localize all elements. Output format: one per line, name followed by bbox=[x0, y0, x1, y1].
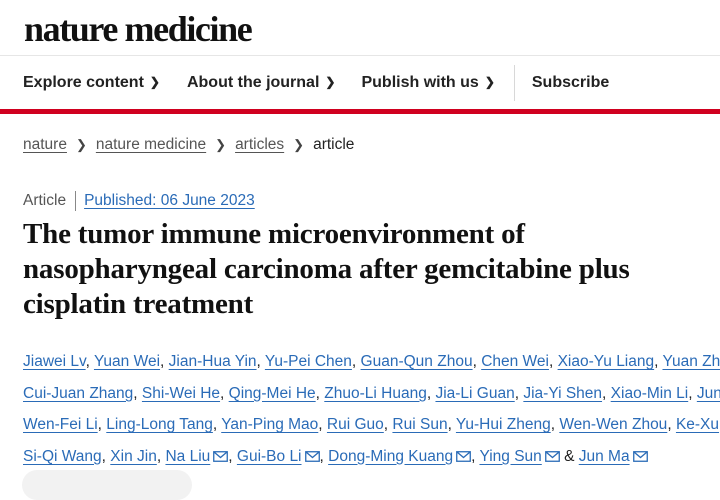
author-separator: , bbox=[133, 384, 142, 402]
author-separator: , bbox=[548, 353, 558, 370]
author-separator: , bbox=[101, 447, 111, 465]
author-link[interactable]: Qing-Mei He bbox=[229, 385, 316, 402]
breadcrumb-nature[interactable]: nature bbox=[23, 136, 67, 154]
author-link[interactable]: Yuan Wei bbox=[94, 353, 160, 370]
nav-explore-content[interactable]: Explore content ❯ bbox=[23, 74, 160, 92]
envelope-icon[interactable] bbox=[213, 450, 229, 462]
author-link[interactable]: Yan-Ping Mao bbox=[221, 416, 318, 433]
author-separator: , bbox=[447, 416, 456, 433]
author-line: Cui-Juan Zhang, Shi-Wei He, Qing-Mei He,… bbox=[23, 378, 720, 410]
author-separator: , bbox=[256, 353, 265, 370]
accent-bar bbox=[0, 109, 720, 114]
author-line: Jiawei Lv, Yuan Wei, Jian-Hua Yin, Yu-Pe… bbox=[23, 346, 720, 378]
author-separator: , bbox=[667, 416, 676, 433]
author-separator: , bbox=[472, 353, 482, 370]
chevron-down-icon: ❯ bbox=[149, 75, 160, 89]
envelope-icon[interactable] bbox=[544, 450, 560, 462]
author-separator: , bbox=[220, 384, 229, 402]
author-link[interactable]: Shi-Wei He bbox=[142, 385, 220, 402]
nav-about-journal[interactable]: About the journal ❯ bbox=[187, 74, 336, 92]
author-link[interactable]: Na Liu bbox=[165, 448, 210, 465]
author-link[interactable]: Yu-Hui Zheng bbox=[456, 416, 551, 433]
nav-label: About the journal bbox=[186, 74, 320, 91]
author-link[interactable]: Yu-Pei Chen bbox=[265, 353, 352, 370]
author-separator: , bbox=[228, 447, 237, 465]
author-separator: , bbox=[688, 384, 697, 402]
author-link[interactable]: Ling-Long Tang bbox=[106, 416, 213, 433]
author-link[interactable]: Wen-Wen Zhou bbox=[559, 416, 667, 433]
author-link[interactable]: Jun Ma bbox=[579, 448, 630, 465]
author-link[interactable]: Xiao-Yu Liang bbox=[558, 353, 655, 370]
chevron-down-icon: ❯ bbox=[325, 75, 336, 89]
article-title: The tumor immune microenvironment of nas… bbox=[23, 218, 630, 320]
author-link[interactable]: Xiao-Min Li bbox=[611, 385, 689, 402]
author-link[interactable]: Rui Sun bbox=[392, 416, 447, 433]
nav-label: Explore content bbox=[23, 74, 144, 91]
author-line: Wen-Fei Li, Ling-Long Tang, Yan-Ping Mao… bbox=[23, 409, 720, 441]
meta-divider bbox=[75, 191, 77, 211]
author-link[interactable]: Xin Jin bbox=[110, 448, 157, 465]
author-link[interactable]: Dong-Ming Kuang bbox=[328, 448, 453, 465]
breadcrumb: nature ❯ nature medicine ❯ articles ❯ ar… bbox=[23, 136, 354, 154]
chevron-down-icon: ❯ bbox=[484, 75, 495, 89]
author-link[interactable]: Jiawei Lv bbox=[23, 353, 86, 370]
author-separator: , bbox=[97, 416, 107, 433]
author-separator: , bbox=[319, 447, 329, 465]
author-link[interactable]: Chen Wei bbox=[481, 353, 549, 370]
breadcrumb-articles[interactable]: articles bbox=[235, 136, 284, 154]
author-link[interactable]: Ying Sun bbox=[479, 448, 541, 465]
author-list: Jiawei Lv, Yuan Wei, Jian-Hua Yin, Yu-Pe… bbox=[23, 346, 720, 472]
author-separator: , bbox=[85, 353, 94, 370]
chevron-right-icon: ❯ bbox=[75, 137, 87, 152]
envelope-icon[interactable] bbox=[456, 450, 471, 462]
author-link[interactable]: Jian-Hua Yin bbox=[169, 353, 257, 370]
author-separator: , bbox=[602, 384, 611, 402]
breadcrumb-current: article bbox=[313, 136, 355, 153]
author-link[interactable]: Ke-Xu bbox=[676, 416, 719, 433]
author-separator: , bbox=[351, 353, 361, 370]
article-type: Article bbox=[23, 192, 67, 209]
author-link[interactable]: Cui-Juan Zhang bbox=[23, 385, 133, 402]
author-link[interactable]: Si-Qi Wang bbox=[23, 448, 102, 465]
author-separator: , bbox=[160, 353, 169, 370]
author-separator: , bbox=[315, 384, 325, 402]
article-meta: Article Published: 06 June 2023 bbox=[23, 191, 255, 211]
journal-logo[interactable]: nature medicine bbox=[24, 8, 253, 50]
author-link[interactable]: Wen-Fei Li bbox=[23, 416, 98, 433]
main-nav: Explore content ❯ About the journal ❯ Pu… bbox=[0, 55, 720, 110]
chevron-right-icon: ❯ bbox=[215, 137, 227, 152]
author-link[interactable]: Jia-Li Guan bbox=[435, 385, 514, 402]
chevron-right-icon: ❯ bbox=[293, 137, 305, 152]
author-link[interactable]: Guan-Qun Zhou bbox=[361, 353, 473, 370]
author-link[interactable]: Yuan Zhan bbox=[662, 353, 720, 370]
author-link[interactable]: Gui-Bo Li bbox=[237, 448, 302, 465]
published-date-link[interactable]: Published: 06 June 2023 bbox=[84, 192, 255, 210]
nav-publish-with-us[interactable]: Publish with us ❯ bbox=[361, 74, 494, 92]
author-separator: , bbox=[318, 416, 327, 433]
nav-divider bbox=[513, 65, 515, 101]
show-authors-button[interactable] bbox=[22, 470, 192, 500]
subscribe-link[interactable]: Subscribe bbox=[532, 74, 609, 92]
author-link[interactable]: Rui Guo bbox=[327, 416, 384, 433]
author-separator: , bbox=[212, 416, 222, 433]
nav-label: Publish with us bbox=[361, 74, 479, 91]
author-ampersand: & bbox=[559, 447, 579, 465]
author-link[interactable]: Zhuo-Li Huang bbox=[324, 385, 427, 402]
envelope-icon[interactable] bbox=[304, 450, 320, 462]
author-link[interactable]: Jun- bbox=[697, 385, 720, 402]
breadcrumb-nature-medicine[interactable]: nature medicine bbox=[96, 136, 206, 154]
author-line: Si-Qi Wang, Xin Jin, Na Liu, Gui-Bo Li, … bbox=[23, 441, 720, 473]
envelope-icon[interactable] bbox=[632, 450, 648, 462]
author-link[interactable]: Jia-Yi Shen bbox=[523, 385, 602, 402]
